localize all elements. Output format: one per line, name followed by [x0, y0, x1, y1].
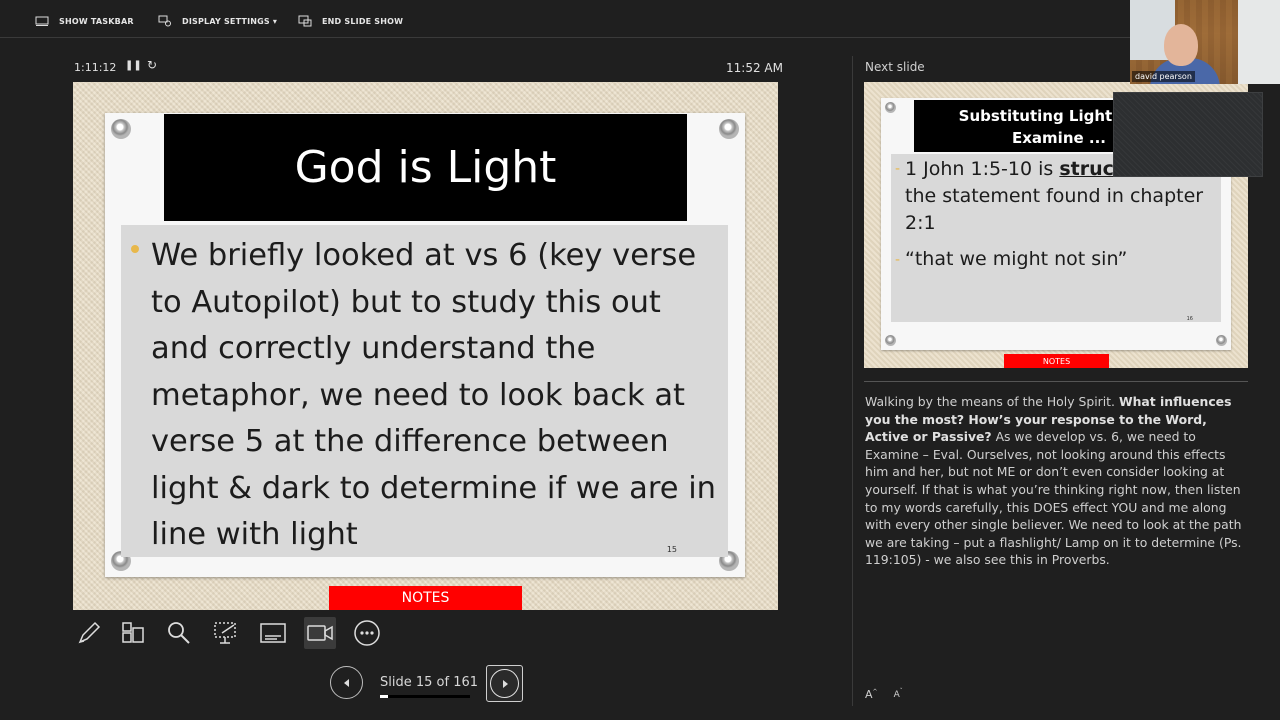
restart-timer-icon[interactable]: ↻ — [147, 58, 157, 72]
pen-icon — [78, 621, 101, 644]
more-options-icon — [354, 620, 380, 646]
pane-divider[interactable] — [852, 56, 853, 706]
next-slide-line1-text: 1 John 1:5-10 is — [905, 158, 1060, 180]
pushpin-icon — [719, 119, 739, 139]
laser-pointer-icon — [214, 622, 236, 644]
zoom-button[interactable] — [163, 617, 195, 649]
more-options-button[interactable] — [351, 617, 383, 649]
next-slide-line3: 2:1 — [905, 212, 936, 234]
presenter-toolbar: SHOW TASKBAR DISPLAY SETTINGS ▾ END SLID… — [0, 0, 1130, 38]
pushpin-icon — [111, 119, 131, 139]
current-slide[interactable]: God is Light We briefly looked at vs 6 (… — [73, 82, 778, 610]
notes-button[interactable]: NOTES — [329, 586, 522, 610]
video-window-right — [1238, 0, 1280, 84]
speaker-notes-body: As we develop vs. 6, we need to Examine … — [865, 429, 1242, 568]
zoom-icon — [168, 622, 190, 644]
decrease-font-icon[interactable]: Aˇ — [894, 688, 903, 701]
next-slide-line4: “that we might not sin” — [905, 248, 1128, 270]
next-arrow-circle — [490, 669, 519, 698]
secondary-video-tile — [1113, 92, 1263, 177]
next-slide-button[interactable] — [486, 665, 523, 702]
pushpin-icon — [885, 102, 896, 113]
subtitles-icon — [260, 623, 286, 643]
current-time: 11:52 AM — [726, 61, 783, 75]
elapsed-timer: 1:11:12 — [74, 61, 117, 74]
pen-tool-button[interactable] — [73, 617, 105, 649]
see-all-slides-button[interactable] — [117, 617, 149, 649]
slide-progress-bar — [380, 695, 470, 698]
next-slide-number: 16 — [1186, 316, 1193, 322]
next-slide-label: Next slide — [865, 60, 925, 74]
speaker-notes[interactable]: Walking by the means of the Holy Spirit.… — [865, 393, 1243, 569]
laser-pointer-button[interactable] — [210, 617, 242, 649]
slide-body: We briefly looked at vs 6 (key verse to … — [121, 225, 728, 557]
subtitles-button[interactable] — [257, 617, 289, 649]
next-slide-body: - 1 John 1:5-10 is struct the statement … — [891, 154, 1221, 322]
slides-grid-icon — [122, 622, 144, 643]
pause-icon[interactable]: ❚❚ — [125, 60, 142, 71]
bullet-dash-icon: - — [895, 252, 901, 268]
taskbar-icon — [35, 16, 49, 26]
slide-counter[interactable]: Slide 15 of 161 — [380, 675, 478, 690]
slide-card: God is Light We briefly looked at vs 6 (… — [105, 113, 745, 577]
next-slide-notes-button: NOTES — [1004, 354, 1109, 368]
bullet-dash-icon: - — [895, 161, 901, 177]
video-participant-name: david pearson — [1132, 71, 1195, 82]
previous-slide-button[interactable] — [330, 666, 363, 699]
show-taskbar-button[interactable]: SHOW TASKBAR — [35, 15, 134, 27]
end-slide-show-button[interactable]: END SLIDE SHOW — [298, 15, 403, 27]
bullet-icon — [131, 245, 139, 253]
slide-progress-fill — [380, 695, 389, 698]
previous-arrow-icon — [343, 678, 349, 687]
display-settings-icon — [158, 15, 171, 27]
camera-toggle-button[interactable] — [304, 617, 336, 649]
webcam-video: david pearson — [1130, 0, 1280, 84]
notes-font-controls: A^ Aˇ — [865, 688, 903, 701]
slide-title-box: God is Light — [164, 114, 687, 221]
show-taskbar-label: SHOW TASKBAR — [59, 16, 134, 26]
increase-font-icon[interactable]: A^ — [865, 688, 878, 701]
video-person-head — [1164, 24, 1198, 66]
pushpin-icon — [1216, 335, 1227, 346]
next-arrow-icon — [502, 679, 508, 688]
end-show-icon — [298, 15, 312, 27]
display-settings-label: DISPLAY SETTINGS ▾ — [182, 16, 278, 26]
display-settings-button[interactable]: DISPLAY SETTINGS ▾ — [158, 15, 277, 27]
slide-bullet-text: We briefly looked at vs 6 (key verse to … — [151, 238, 716, 552]
camera-icon — [307, 625, 333, 641]
slide-number: 15 — [666, 545, 677, 554]
pushpin-icon — [885, 335, 896, 346]
speaker-notes-intro: Walking by the means of the Holy Spirit. — [865, 394, 1119, 409]
next-slide-line2: the statement found in chapter — [905, 185, 1204, 207]
slide-title: God is Light — [294, 142, 557, 193]
notes-divider — [864, 381, 1248, 382]
end-slide-show-label: END SLIDE SHOW — [322, 16, 404, 26]
